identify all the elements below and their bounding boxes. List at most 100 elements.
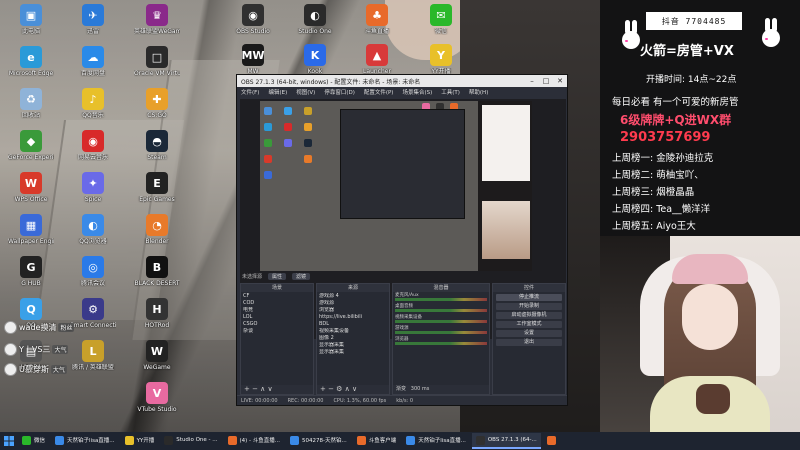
windows-start-icon[interactable] bbox=[0, 432, 18, 450]
source-item[interactable]: 显示器采集 bbox=[319, 342, 387, 349]
menu-edit[interactable]: 编辑(E) bbox=[268, 88, 287, 96]
source-item[interactable]: 图像 2 bbox=[319, 335, 387, 342]
desktop-shortcut[interactable]: ◐ QQ浏览器 bbox=[70, 214, 116, 245]
desktop-shortcut[interactable]: ♛ 英雄联盟WeGame版 bbox=[134, 4, 180, 35]
scene-item[interactable]: CSGO bbox=[243, 321, 311, 328]
desktop-shortcut[interactable]: V VTube Studio bbox=[134, 382, 180, 413]
source-item[interactable]: https://live.bilibili bbox=[319, 314, 387, 321]
taskbar-obs[interactable]: OBS 27.1.3 (64-... bbox=[471, 433, 541, 449]
sources-toolbar[interactable]: + − ⚙ ∧ ∨ bbox=[317, 385, 389, 394]
mixer-channel[interactable]: 浏览器 bbox=[393, 336, 489, 347]
obs-window[interactable]: OBS 27.1.3 (64-bit, windows) - 配置文件: 未命名… bbox=[236, 74, 568, 406]
source-item[interactable]: 游戏源 4 bbox=[319, 293, 387, 300]
scenes-header: 场景 bbox=[241, 284, 313, 292]
desktop-shortcut[interactable]: ◔ Blender bbox=[134, 214, 180, 245]
desktop-shortcut[interactable]: W WPS Office bbox=[8, 172, 54, 203]
mixer-channel[interactable]: 桌面音频 bbox=[393, 303, 489, 314]
desktop-shortcut[interactable]: ✉ 微信 bbox=[418, 4, 464, 35]
taskbar-wechat[interactable]: 微信 bbox=[18, 433, 49, 449]
desktop-shortcut[interactable]: B BLACK DESERT bbox=[134, 256, 180, 287]
volume-meter[interactable] bbox=[395, 298, 487, 301]
obs-title-bar[interactable]: OBS 27.1.3 (64-bit, windows) - 配置文件: 未命名… bbox=[237, 75, 567, 87]
scene-item[interactable]: 电竞 bbox=[243, 307, 311, 314]
this-pc-icon: ▣ bbox=[20, 4, 42, 26]
taskbar-douyu[interactable]: (4) - 斗鱼直播... bbox=[224, 433, 285, 449]
scene-item[interactable]: 杂谈 bbox=[243, 328, 311, 335]
taskbar-browser-1[interactable]: 天然铂子lisa直播... bbox=[51, 433, 119, 449]
volume-meter[interactable] bbox=[395, 309, 487, 312]
scene-item[interactable]: LOL bbox=[243, 314, 311, 321]
desktop-shortcut[interactable]: ♻ 回收站 bbox=[8, 88, 54, 119]
control-button[interactable]: 退出 bbox=[496, 339, 562, 346]
desktop-shortcut[interactable]: K Kook bbox=[292, 44, 338, 75]
desktop-shortcut[interactable]: Y YY开播 bbox=[418, 44, 464, 75]
status-rec: REC: 00:00:00 bbox=[287, 397, 324, 404]
desktop-shortcut[interactable]: ▣ 此电脑 bbox=[8, 4, 54, 35]
desktop-shortcut[interactable]: ☁ 百度网盘 bbox=[70, 46, 116, 77]
source-item[interactable]: 浏览器 bbox=[319, 307, 387, 314]
taskbar-douyu-client[interactable]: 斗鱼客户端 bbox=[353, 433, 401, 449]
scenes-toolbar[interactable]: + − ∧ ∨ bbox=[241, 385, 313, 394]
desktop-shortcut[interactable]: MW MW bbox=[230, 44, 276, 75]
volume-meter[interactable] bbox=[395, 331, 487, 334]
source-item[interactable]: 游戏源 bbox=[319, 300, 387, 307]
source-item[interactable]: 显示器采集 bbox=[319, 349, 387, 356]
desktop-shortcut[interactable]: H HOTRod bbox=[134, 298, 180, 329]
menu-profile[interactable]: 配置文件(P) bbox=[364, 88, 394, 96]
control-button[interactable]: 开始录制 bbox=[496, 303, 562, 310]
taskbar-studio-one[interactable]: Studio One - ... bbox=[160, 433, 221, 449]
mixer-channel[interactable]: 麦克风/Aux bbox=[393, 292, 489, 303]
mixer-channel[interactable]: 游戏源 bbox=[393, 325, 489, 336]
taskbar-extra[interactable] bbox=[543, 433, 563, 449]
volume-meter[interactable] bbox=[395, 320, 487, 323]
menu-file[interactable]: 文件(F) bbox=[241, 88, 259, 96]
transition-type[interactable]: 渐变 bbox=[396, 386, 406, 392]
desktop-shortcut[interactable]: E Epic Games bbox=[134, 172, 180, 203]
transitions-strip[interactable]: 渐变 300 ms bbox=[393, 385, 489, 394]
desktop-shortcut[interactable]: ◎ 腾讯会议 bbox=[70, 256, 116, 287]
taskbar-yy[interactable]: YY开播 bbox=[121, 433, 159, 449]
desktop-shortcut[interactable]: ◉ 网易云音乐 bbox=[70, 130, 116, 161]
volume-meter[interactable] bbox=[395, 342, 487, 345]
close-icon[interactable]: ✕ bbox=[553, 77, 567, 85]
desktop-shortcut[interactable]: □ Oracle VM VirtualBox bbox=[134, 46, 180, 77]
transition-duration[interactable]: 300 ms bbox=[411, 386, 430, 392]
menu-help[interactable]: 帮助(H) bbox=[469, 88, 488, 96]
desktop-shortcut[interactable]: G G HUB bbox=[8, 256, 54, 287]
desktop-shortcut[interactable]: L 腾讯 / 英雄联盟 bbox=[70, 340, 116, 371]
desktop-shortcut[interactable]: W WeGame bbox=[134, 340, 180, 371]
menu-view[interactable]: 视图(V) bbox=[296, 88, 315, 96]
control-button[interactable]: 启动虚拟摄像机 bbox=[496, 312, 562, 319]
taskbar-browser-2[interactable]: 504278-天然铂... bbox=[286, 433, 351, 449]
desktop-shortcut[interactable]: ▦ Wallpaper Engine bbox=[8, 214, 54, 245]
desktop-shortcut[interactable]: ▲ Launcher bbox=[354, 44, 400, 75]
menu-scene-collection[interactable]: 场景集合(S) bbox=[402, 88, 432, 96]
desktop-shortcut[interactable]: ♣ 斗鱼直播 bbox=[354, 4, 400, 35]
taskbar-browser-3[interactable]: 天然铂子lisa直播... bbox=[402, 433, 470, 449]
menu-docks[interactable]: 停靠窗口(D) bbox=[324, 88, 355, 96]
menu-tools[interactable]: 工具(T) bbox=[441, 88, 460, 96]
desktop-shortcut[interactable]: ◆ GeForce Experience bbox=[8, 130, 54, 161]
desktop-shortcut[interactable]: ⚙ Smart Connection bbox=[70, 298, 116, 329]
desktop-shortcut[interactable]: e Microsoft Edge bbox=[8, 46, 54, 77]
source-item[interactable]: 视频采集设备 bbox=[319, 328, 387, 335]
mixer-channel[interactable]: 视频采集设备 bbox=[393, 314, 489, 325]
webcam-feed bbox=[600, 236, 800, 450]
desktop-shortcut[interactable]: ✦ Spice bbox=[70, 172, 116, 203]
desktop-shortcut[interactable]: ✚ CS:GO bbox=[134, 88, 180, 119]
control-button[interactable]: 工作室模式 bbox=[496, 321, 562, 328]
desktop-shortcut[interactable]: ♪ QQ音乐 bbox=[70, 88, 116, 119]
control-button[interactable]: 停止推流 bbox=[496, 294, 562, 301]
maximize-icon[interactable]: □ bbox=[539, 77, 553, 85]
desktop-shortcut[interactable]: ◓ Steam bbox=[134, 130, 180, 161]
scene-item[interactable]: CF bbox=[243, 293, 311, 300]
properties-button[interactable]: 属性 bbox=[268, 272, 287, 280]
source-item[interactable]: BDL bbox=[319, 321, 387, 328]
filters-button[interactable]: 滤镜 bbox=[292, 272, 311, 280]
desktop-shortcut[interactable]: ✈ 迅雷 bbox=[70, 4, 116, 35]
desktop-shortcut[interactable]: ◐ Studio One bbox=[292, 4, 338, 35]
minimize-icon[interactable]: – bbox=[525, 77, 539, 85]
control-button[interactable]: 设置 bbox=[496, 330, 562, 337]
scene-item[interactable]: COD bbox=[243, 300, 311, 307]
desktop-shortcut[interactable]: ◉ OBS Studio bbox=[230, 4, 276, 35]
